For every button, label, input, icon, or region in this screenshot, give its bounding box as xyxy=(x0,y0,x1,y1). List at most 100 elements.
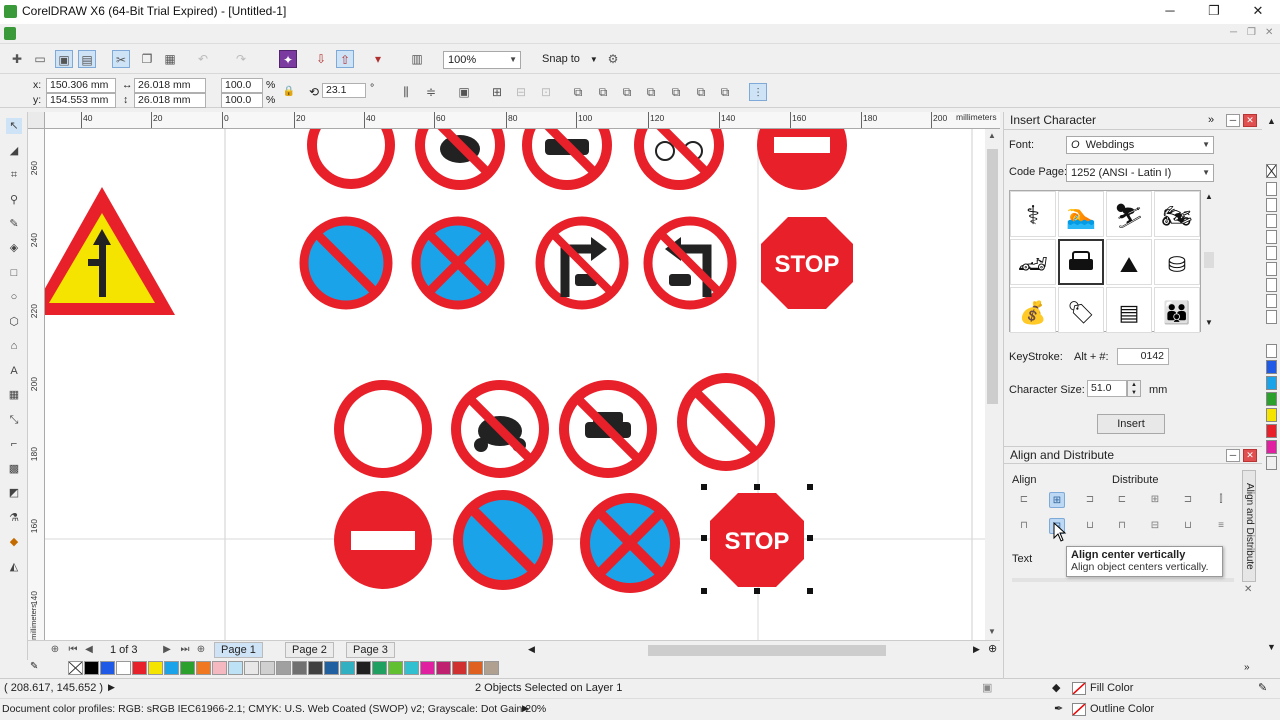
print-icon[interactable]: ▤ xyxy=(78,50,96,68)
snap-to-dropdown[interactable]: Snap to ▼ xyxy=(542,53,598,65)
front-minus-back-icon[interactable]: ⧉ xyxy=(692,83,710,101)
welcome-screen-icon[interactable]: ▥ xyxy=(408,50,426,68)
wrap-text-icon[interactable]: ▣ xyxy=(455,83,473,101)
distribute-top-icon[interactable]: ⊓ xyxy=(1114,518,1130,534)
character-grid[interactable]: ⚕ 🏊 ⛷ 🏍 🏎 ⛰ ⛁ 💰 🏷 ▤ 👪 xyxy=(1009,190,1201,333)
palette-swatch-magenta[interactable] xyxy=(1266,440,1277,454)
distribute-right-icon[interactable]: ⊐ xyxy=(1180,492,1196,508)
simplify-icon[interactable]: ⧉ xyxy=(667,83,685,101)
palette-swatch-white-8[interactable] xyxy=(1266,294,1277,308)
swatch-green[interactable] xyxy=(180,661,195,675)
sign-do-not-enter[interactable] xyxy=(334,491,432,589)
vertical-scrollbar[interactable]: ▲ ▼ xyxy=(985,129,1000,640)
undo-icon[interactable]: ↶ xyxy=(194,50,212,68)
align-distribute-icon[interactable]: ⫶ xyxy=(749,83,767,101)
cut-icon[interactable]: ✂ xyxy=(112,50,130,68)
crop-tool-icon[interactable]: ⌗ xyxy=(6,167,22,183)
new-document-icon[interactable]: ✚ xyxy=(8,50,26,68)
sign-no-entry-circle-top[interactable] xyxy=(307,129,395,189)
application-launcher-icon[interactable]: ▾ xyxy=(369,50,387,68)
scroll-left-icon[interactable]: ◀ xyxy=(528,644,535,655)
align-left-icon[interactable]: ⊏ xyxy=(1016,492,1032,508)
combine-icon[interactable]: ⧉ xyxy=(569,83,587,101)
palette-swatch-white-3[interactable] xyxy=(1266,214,1277,228)
y-position-field[interactable]: 154.553 mm xyxy=(46,93,116,108)
close-button[interactable]: ✕ xyxy=(1236,0,1280,24)
shape-tool-icon[interactable]: ◢ xyxy=(6,143,22,159)
scroll-right-icon[interactable]: ▶ xyxy=(973,644,980,655)
ellipse-tool-icon[interactable]: ○ xyxy=(6,289,22,305)
restore-button[interactable]: ❐ xyxy=(1192,0,1236,24)
mdi-close-icon[interactable]: ✕ xyxy=(1265,27,1273,38)
lock-ratio-icon[interactable]: 🔒 xyxy=(280,83,298,101)
zoom-navigator-icon[interactable]: ⊕ xyxy=(988,642,997,655)
glyph-cell[interactable]: 🏍 xyxy=(1154,191,1200,237)
keystroke-field[interactable]: 0142 xyxy=(1117,348,1169,365)
swatch-black[interactable] xyxy=(84,661,99,675)
sign-no-motorcycles-top[interactable] xyxy=(415,129,505,190)
vertical-scroll-thumb[interactable] xyxy=(987,149,998,404)
status-pen-icon[interactable]: ✎ xyxy=(1258,681,1267,694)
swatch-teal[interactable] xyxy=(340,661,355,675)
redo-icon[interactable]: ↷ xyxy=(232,50,250,68)
palette-swatch-white-10[interactable] xyxy=(1266,344,1277,358)
export-icon[interactable]: ⇧ xyxy=(336,50,354,68)
scroll-up-icon[interactable]: ▲ xyxy=(988,131,996,140)
zoom-level-combo[interactable]: 100% ▼ xyxy=(443,51,521,69)
palette-scroll-up-icon[interactable]: ▲ xyxy=(1267,116,1276,126)
palette-scroll-down-icon[interactable]: ▼ xyxy=(1267,642,1276,652)
docker-expand-icon[interactable]: » xyxy=(1208,112,1214,129)
copy-icon[interactable]: ❐ xyxy=(138,50,156,68)
rotation-field[interactable]: 23.1 xyxy=(322,83,366,98)
swatch-gray-10[interactable] xyxy=(244,661,259,675)
swatch-none[interactable] xyxy=(68,661,83,675)
palette-swatch-white-6[interactable] xyxy=(1266,262,1277,276)
group-icon[interactable]: ⊞ xyxy=(488,83,506,101)
tab-page-1[interactable]: Page 1 xyxy=(214,642,263,658)
sign-no-cars[interactable] xyxy=(559,380,657,478)
swatch-crimson[interactable] xyxy=(452,661,467,675)
sign-do-not-enter-top[interactable] xyxy=(757,129,847,190)
scale-x-field[interactable]: 100.0 xyxy=(221,78,263,93)
import-icon[interactable]: ⇩ xyxy=(312,50,330,68)
paste-icon[interactable]: ▦ xyxy=(161,50,179,68)
insert-button[interactable]: Insert xyxy=(1097,414,1165,434)
palette-swatch-blue[interactable] xyxy=(1266,360,1277,374)
character-size-stepper[interactable]: ▲ ▼ xyxy=(1127,380,1141,397)
open-icon[interactable]: ▭ xyxy=(31,50,49,68)
scale-y-field[interactable]: 100.0 xyxy=(221,93,263,108)
vertical-ruler[interactable]: 260 240 220 200 180 160 140 millimeters xyxy=(28,129,45,640)
save-icon[interactable]: ▣ xyxy=(55,50,73,68)
swatch-yellow[interactable] xyxy=(148,661,163,675)
warning-triangle-sign[interactable] xyxy=(45,187,175,315)
palette-swatch-white-4[interactable] xyxy=(1266,230,1277,244)
sign-no-parking-1[interactable] xyxy=(299,216,393,310)
smart-fill-icon[interactable]: ◈ xyxy=(6,240,22,256)
glyph-cell[interactable]: ⛷ xyxy=(1106,191,1152,237)
sign-stop-selected[interactable]: STOP xyxy=(710,493,804,587)
swatch-red[interactable] xyxy=(132,661,147,675)
sign-no-right-turn[interactable] xyxy=(535,216,629,310)
horizontal-scroll-thumb[interactable] xyxy=(648,645,886,656)
docker-close-icon[interactable]: ✕ xyxy=(1243,114,1257,127)
tab-page-2[interactable]: Page 2 xyxy=(285,642,334,658)
interactive-fill-icon[interactable]: ◭ xyxy=(6,559,22,575)
freehand-tool-icon[interactable]: ✎ xyxy=(6,216,22,232)
swatch-rose[interactable] xyxy=(436,661,451,675)
swatch-light-blue[interactable] xyxy=(228,661,243,675)
palette-swatch-white-2[interactable] xyxy=(1266,198,1277,212)
align-right-icon[interactable]: ⊐ xyxy=(1082,492,1098,508)
swatch-blue[interactable] xyxy=(100,661,115,675)
distribute-left-icon[interactable]: ⊏ xyxy=(1114,492,1130,508)
glyph-cell[interactable]: ⛁ xyxy=(1154,239,1200,285)
swatch-rust[interactable] xyxy=(468,661,483,675)
next-page-icon[interactable]: ▶ xyxy=(158,641,176,659)
table-tool-icon[interactable]: ▦ xyxy=(6,387,22,403)
width-field[interactable]: 26.018 mm xyxy=(134,78,206,93)
swatch-cyan[interactable] xyxy=(164,661,179,675)
docker-minimize-icon[interactable]: ─ xyxy=(1226,114,1240,127)
swatch-orange[interactable] xyxy=(196,661,211,675)
swatch-navy[interactable] xyxy=(324,661,339,675)
docker-scroll-icon[interactable]: » xyxy=(1244,662,1250,673)
height-field[interactable]: 26.018 mm xyxy=(134,93,206,108)
